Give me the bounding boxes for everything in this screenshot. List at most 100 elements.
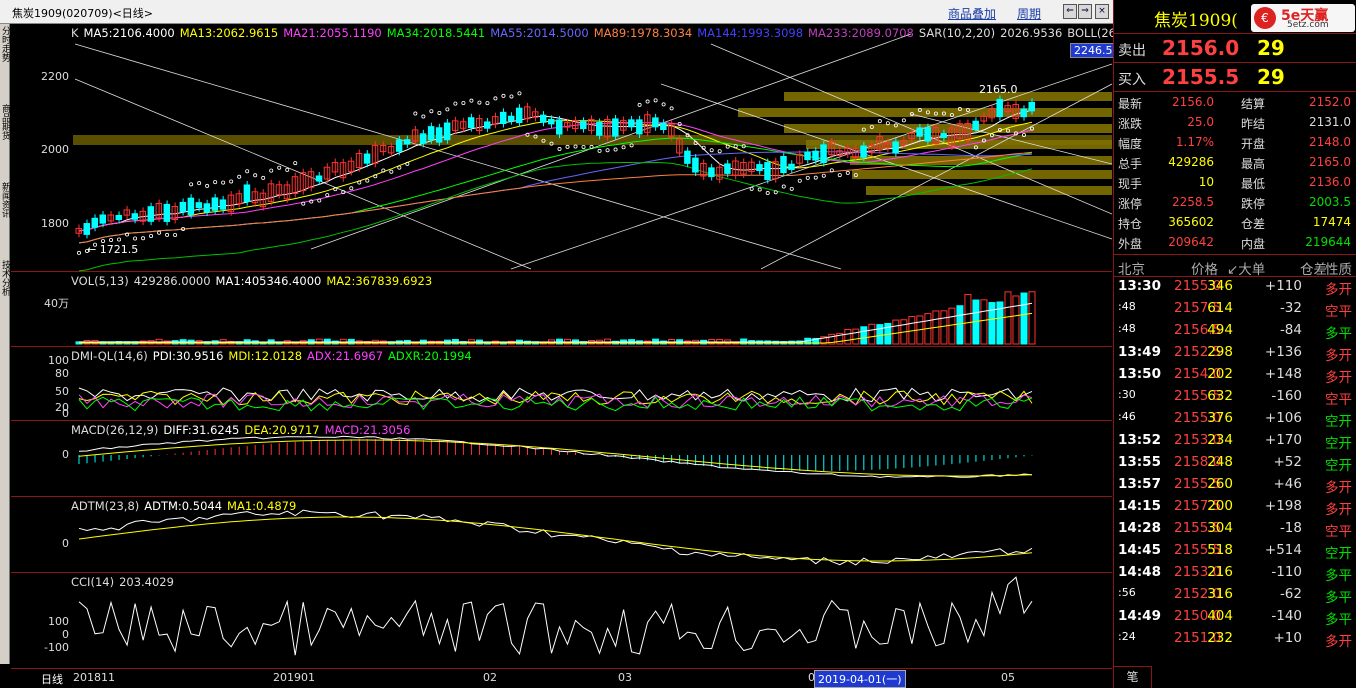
tick-row[interactable]: 13:49 2152.5 298 +136 多开 xyxy=(1114,341,1356,364)
quote-panel: 焦炭1909( € 5e天赢 5etz.com 卖出 2156.0 29 买入 … xyxy=(1113,0,1356,688)
tab-ticks[interactable]: 笔 xyxy=(1114,666,1152,688)
period-label[interactable]: 日线 xyxy=(41,671,63,687)
sar-dot xyxy=(581,145,586,150)
stat-row: 最新 2156.0 结算 2152.0 xyxy=(1114,92,1356,114)
tick-time: 13:55 xyxy=(1118,454,1161,470)
tick-row[interactable]: 14:48 2153.0 216 -110 多平 xyxy=(1114,561,1356,584)
overlay-commodity-link[interactable]: 商品叠加 xyxy=(948,5,996,22)
candle-body xyxy=(916,127,923,137)
candle-body xyxy=(652,117,659,128)
tick-row[interactable]: 13:50 2154.0 202 +148 多开 xyxy=(1114,363,1356,386)
candle-body xyxy=(315,175,323,182)
moving-average-line xyxy=(78,151,1033,244)
stat-row: 涨停 2258.5 跌停 2003.5 xyxy=(1114,192,1356,214)
candle-body xyxy=(483,121,491,129)
tick-row[interactable]: 14:15 2157.5 200 +198 多开 xyxy=(1114,495,1356,518)
sar-dot xyxy=(797,178,802,183)
volume-bar xyxy=(868,323,876,345)
kline-panel[interactable]: K MA5:2106.4000 MA13:2062.9615 MA21:2055.11… xyxy=(11,24,1131,272)
volume-bar xyxy=(852,328,860,345)
tick-oi-change: +46 xyxy=(1273,476,1303,492)
tick-time: :48 xyxy=(1118,322,1136,335)
volume-bar xyxy=(1020,292,1028,345)
cci-chart-svg xyxy=(78,576,1033,656)
sar-dot xyxy=(397,165,402,170)
candle-body xyxy=(556,119,563,135)
scroll-right-button[interactable]: ⇒ xyxy=(1078,4,1092,19)
tick-row[interactable]: 13:57 2155.5 260 +46 多开 xyxy=(1114,473,1356,496)
tick-row[interactable]: :24 2151.0 232 +10 多开 xyxy=(1114,627,1356,650)
tick-volume: 316 xyxy=(1207,586,1233,602)
candle-body xyxy=(243,184,251,203)
sar-dot xyxy=(877,119,882,124)
sar-dot xyxy=(421,114,426,119)
tick-row[interactable]: :30 2155.5 632 -160 空平 xyxy=(1114,385,1356,408)
tick-volume: 216 xyxy=(1207,564,1233,580)
tab-commodity[interactable]: 商品期货 xyxy=(0,104,10,174)
macd-panel[interactable]: MACD(26,12,9) DIFF:31.6245 DEA:20.9717 MACD… xyxy=(11,421,1112,497)
sar-dot xyxy=(725,144,730,149)
candle-body xyxy=(115,214,123,220)
scroll-left-button[interactable]: ⇐ xyxy=(1063,4,1077,19)
tick-row[interactable]: 14:28 2155.5 304 -18 空平 xyxy=(1114,517,1356,540)
tick-row[interactable]: :56 2152.0 316 -62 多平 xyxy=(1114,583,1356,606)
candle-body xyxy=(812,150,819,161)
sar-dot xyxy=(413,111,418,116)
low-price-value: 1721.5 xyxy=(99,243,139,256)
adtm-panel[interactable]: ADTM(23,8) ADTM:0.5044 MA1:0.4879 0 xyxy=(11,497,1112,573)
candle-body xyxy=(612,118,619,137)
sar-dot xyxy=(813,175,818,180)
candle-body xyxy=(628,119,635,128)
tick-type: 多平 xyxy=(1325,568,1352,584)
candle-body xyxy=(147,206,155,222)
candle-body xyxy=(443,122,451,141)
sar-dot xyxy=(261,175,266,180)
stat-label: 跌停 xyxy=(1241,197,1266,211)
low-price-label: ← 1721.5 xyxy=(87,243,139,256)
sar-dot xyxy=(621,145,626,150)
tick-time: 14:48 xyxy=(1118,564,1161,580)
tick-row[interactable]: :46 2155.0 376 +106 空开 xyxy=(1114,407,1356,430)
trend-line xyxy=(74,43,842,270)
sar-dot xyxy=(437,110,442,115)
tick-oi-change: -18 xyxy=(1279,520,1302,536)
candle-body xyxy=(419,133,427,144)
tick-list[interactable]: 13:30 2155.0 346 +110 多开:48 2157.5 614 -32 空平:48… xyxy=(1114,275,1356,653)
stat-label: 开盘 xyxy=(1241,137,1266,151)
tick-type: 空开 xyxy=(1325,458,1352,474)
stats-table: 最新 2156.0 结算 2152.0 涨跌 25.0 昨结 2131.0 幅度 1.17% 开盘 2… xyxy=(1114,92,1356,254)
stat-value: 2152.0 xyxy=(1309,95,1351,109)
tick-volume: 234 xyxy=(1207,432,1233,448)
tab-news[interactable]: 新闻资讯 xyxy=(0,182,10,252)
sar-dot xyxy=(477,100,482,105)
candle-body xyxy=(996,98,1003,118)
tab-intraday[interactable]: 分时走势 xyxy=(0,26,10,96)
tick-volume: 346 xyxy=(1207,278,1233,294)
tick-row[interactable]: 14:49 2150.0 404 -140 多平 xyxy=(1114,605,1356,628)
stat-label: 内盘 xyxy=(1241,237,1266,251)
tick-row[interactable]: 13:30 2155.0 346 +110 多开 xyxy=(1114,275,1356,298)
tick-oi-change: +52 xyxy=(1273,454,1303,470)
tick-type: 多开 xyxy=(1325,348,1352,364)
tick-row[interactable]: 13:55 2158.0 248 +52 空开 xyxy=(1114,451,1356,474)
stat-row: 外盘 209642 内盘 219644 xyxy=(1114,232,1356,254)
tick-row[interactable]: :48 2156.5 494 -84 多平 xyxy=(1114,319,1356,342)
stat-row: 现手 10 最低 2136.0 xyxy=(1114,172,1356,194)
dmi-panel[interactable]: DMI-QL(14,6) PDI:30.9516 MDI:12.0128 ADX:21… xyxy=(11,347,1112,421)
close-button[interactable]: × xyxy=(1095,4,1109,19)
sar-dot xyxy=(765,191,770,196)
tab-technical[interactable]: 技术分析 xyxy=(0,260,10,330)
stat-value: 219644 xyxy=(1305,235,1351,249)
volume-panel[interactable]: VOL(5,13) 429286.0000 MA1:405346.4000 MA2:3… xyxy=(11,272,1112,347)
tick-type: 空平 xyxy=(1325,304,1352,320)
tick-row[interactable]: :48 2157.5 614 -32 空平 xyxy=(1114,297,1356,320)
cci-panel[interactable]: CCI(14) 203.4029 100 0 -100 xyxy=(11,573,1112,668)
sar-dot xyxy=(445,107,450,112)
tick-row[interactable]: 13:52 2153.0 234 +170 空开 xyxy=(1114,429,1356,452)
app-window: 焦炭1909(020709)<日线> 商品叠加 周期 ⇐ ⇒ × 分时走势 商品… xyxy=(0,0,1356,688)
volume-profile-bar xyxy=(784,92,1112,101)
sar-dot xyxy=(189,182,194,187)
tick-row[interactable]: 14:45 2155.5 518 +514 空开 xyxy=(1114,539,1356,562)
tick-time: 13:49 xyxy=(1118,344,1161,360)
period-link[interactable]: 周期 xyxy=(1017,5,1041,22)
